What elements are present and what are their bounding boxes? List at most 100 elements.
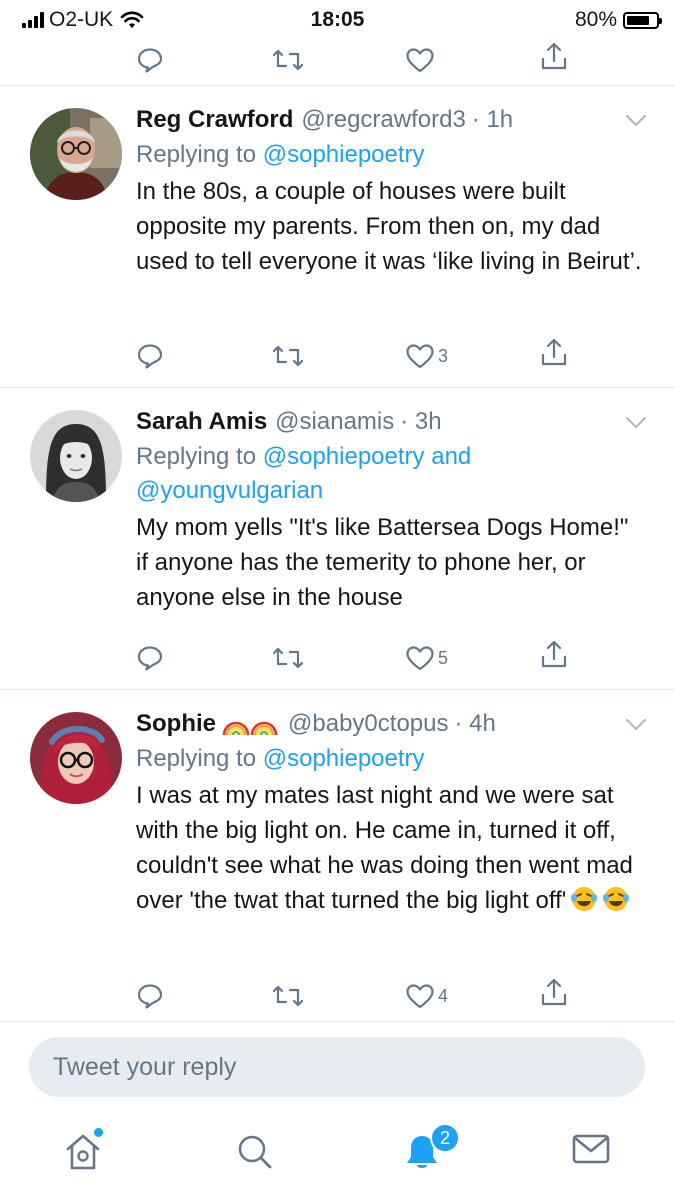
tweet-reply-input[interactable]: Tweet your reply bbox=[29, 1037, 645, 1097]
retweet-icon bbox=[272, 985, 304, 1007]
retweet-button[interactable] bbox=[272, 338, 304, 374]
search-icon bbox=[238, 1135, 272, 1169]
avatar-photo-sarah-amis bbox=[30, 410, 122, 502]
home-unread-dot bbox=[94, 1128, 103, 1137]
replying-to: Replying to @sophiepoetry bbox=[136, 742, 646, 776]
avatar[interactable] bbox=[30, 410, 122, 502]
user-handle[interactable]: @regcrawford3 bbox=[301, 104, 465, 136]
like-button[interactable]: 5 bbox=[405, 640, 448, 676]
avatar[interactable] bbox=[30, 108, 122, 200]
display-name[interactable]: Reg Crawford bbox=[136, 104, 293, 136]
share-button[interactable] bbox=[539, 636, 569, 672]
replying-to-label: Replying to bbox=[136, 141, 257, 168]
laughing-tears-emoji-icon bbox=[603, 887, 630, 911]
tweet-body: Reg Crawford @regcrawford3 · 1h Replying… bbox=[136, 104, 646, 279]
mention-link[interactable]: @sophiepoetry bbox=[263, 443, 425, 470]
tweet-header: Sarah Amis @sianamis · 3h bbox=[136, 406, 646, 438]
battery-percentage: 80% bbox=[574, 8, 617, 31]
retweet-button[interactable] bbox=[272, 640, 304, 676]
tweet-actions: 4 bbox=[0, 978, 675, 1018]
retweet-icon bbox=[272, 345, 304, 367]
display-name[interactable]: Sarah Amis bbox=[136, 406, 267, 438]
reply-button[interactable] bbox=[136, 338, 164, 374]
like-button[interactable] bbox=[405, 42, 435, 78]
share-icon bbox=[541, 640, 567, 668]
replying-to: Replying to @sophiepoetry bbox=[136, 138, 646, 172]
tweet-text-wrap: I was at my mates last night and we were… bbox=[136, 778, 646, 918]
battery-tip bbox=[659, 17, 662, 24]
tweet-text: I was at my mates last night and we were… bbox=[136, 782, 633, 914]
tweet-reply[interactable]: Sarah Amis @sianamis · 3h Replying to @s… bbox=[0, 388, 675, 690]
share-icon bbox=[541, 338, 567, 366]
tweet-actions: 3 bbox=[0, 338, 675, 378]
like-button[interactable]: 3 bbox=[405, 338, 448, 374]
tweet-header: Sophie @baby0ctopus · 4h bbox=[136, 708, 646, 740]
heart-icon bbox=[406, 646, 434, 671]
tweet-body: Sophie @baby0ctopus · 4h Replying to @so… bbox=[136, 708, 646, 918]
user-handle[interactable]: @baby0ctopus bbox=[288, 708, 448, 740]
share-icon bbox=[541, 978, 567, 1006]
share-button[interactable] bbox=[539, 38, 569, 74]
retweet-button[interactable] bbox=[272, 42, 304, 78]
tweet-reply[interactable]: Reg Crawford @regcrawford3 · 1h Replying… bbox=[0, 86, 675, 388]
status-right: 80% bbox=[574, 8, 662, 32]
like-count: 4 bbox=[438, 985, 449, 1006]
like-count: 5 bbox=[438, 647, 449, 668]
clock: 18:05 bbox=[310, 8, 365, 31]
envelope-icon bbox=[572, 1134, 610, 1164]
tweet-text: In the 80s, a couple of houses were buil… bbox=[136, 178, 642, 275]
battery-icon bbox=[623, 11, 662, 29]
chevron-down-icon[interactable] bbox=[625, 114, 647, 128]
reply-button[interactable] bbox=[136, 42, 164, 78]
like-button[interactable]: 4 bbox=[405, 978, 448, 1014]
avatar[interactable] bbox=[30, 712, 122, 804]
mention-link-2[interactable]: @youngvulgarian bbox=[136, 477, 323, 504]
reply-button[interactable] bbox=[136, 978, 164, 1014]
tab-home[interactable] bbox=[64, 1132, 102, 1177]
heart-icon bbox=[406, 344, 434, 369]
heart-icon bbox=[406, 48, 434, 73]
tab-search[interactable] bbox=[235, 1132, 275, 1177]
avatar-photo-sophie bbox=[30, 712, 122, 804]
tweet-header: Reg Crawford @regcrawford3 · 1h bbox=[136, 104, 646, 136]
mention-link[interactable]: @sophiepoetry bbox=[263, 141, 425, 168]
rainbow-emoji-icon bbox=[222, 721, 278, 736]
bottom-tab-bar bbox=[0, 1108, 675, 1200]
replying-to-and: and bbox=[431, 443, 472, 470]
reply-button[interactable] bbox=[136, 640, 164, 676]
reply-icon bbox=[137, 344, 163, 369]
tweet-time: · 1h bbox=[471, 106, 514, 133]
status-bar: O2-UK 18:05 80% bbox=[0, 0, 675, 38]
share-icon bbox=[541, 42, 567, 70]
battery-fill bbox=[627, 15, 649, 25]
reply-icon bbox=[137, 984, 163, 1009]
laughing-tears-emoji-icon bbox=[571, 887, 598, 911]
reply-icon bbox=[137, 646, 163, 671]
previous-tweet-actions bbox=[0, 38, 675, 86]
avatar-photo-reg-crawford bbox=[30, 108, 122, 200]
home-icon bbox=[66, 1134, 100, 1170]
retweet-button[interactable] bbox=[272, 978, 304, 1014]
share-button[interactable] bbox=[539, 974, 569, 1010]
chevron-down-icon[interactable] bbox=[625, 718, 647, 732]
replying-to: Replying to @sophiepoetry and @youngvulg… bbox=[136, 440, 646, 508]
retweet-icon bbox=[272, 49, 304, 71]
tweet-body: Sarah Amis @sianamis · 3h Replying to @s… bbox=[136, 406, 646, 615]
chevron-down-icon[interactable] bbox=[625, 416, 647, 430]
tab-messages[interactable] bbox=[571, 1132, 611, 1171]
tweet-actions: 5 bbox=[0, 640, 675, 680]
replying-to-label: Replying to bbox=[136, 443, 257, 470]
retweet-icon bbox=[272, 647, 304, 669]
tweet-time: · 4h bbox=[454, 710, 496, 737]
replying-to-label: Replying to bbox=[136, 745, 257, 772]
tweet-reply[interactable]: Sophie @baby0ctopus · 4h Replying to @so… bbox=[0, 690, 675, 1022]
user-handle[interactable]: @sianamis bbox=[275, 406, 394, 438]
mention-link[interactable]: @sophiepoetry bbox=[263, 745, 425, 772]
tweet-time: · 3h bbox=[400, 408, 442, 435]
tweet-text: My mom yells "It's like Battersea Dogs H… bbox=[136, 514, 629, 611]
display-name[interactable]: Sophie bbox=[136, 708, 216, 740]
like-count: 3 bbox=[438, 345, 449, 366]
heart-icon bbox=[406, 984, 434, 1009]
notifications-badge: 2 bbox=[430, 1123, 460, 1153]
share-button[interactable] bbox=[539, 334, 569, 370]
